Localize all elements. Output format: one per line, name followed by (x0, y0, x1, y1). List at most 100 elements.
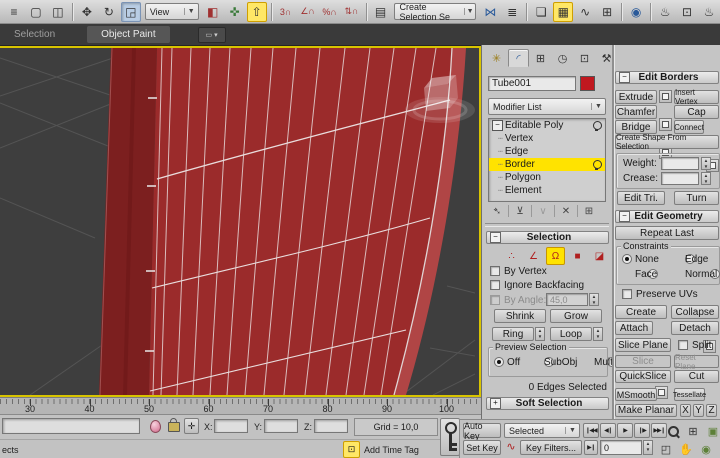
stack-item-polygon[interactable]: ┄Polygon (489, 171, 605, 184)
tab-display[interactable]: ⊡ (574, 49, 595, 67)
cap-button[interactable]: Cap (674, 105, 719, 119)
transform-type-in-toggle[interactable]: ⊡ (343, 441, 360, 458)
set-key-button[interactable]: Set Key (463, 440, 501, 455)
connect-button[interactable]: Connect (674, 120, 704, 134)
play-button[interactable]: ▶ (617, 423, 633, 438)
border-subobject-icon[interactable]: Ω (546, 247, 565, 265)
by-vertex-checkbox[interactable] (490, 266, 500, 276)
key-filters-button[interactable]: Key Filters... (520, 440, 582, 455)
turn-button[interactable]: Turn (674, 191, 719, 205)
rendered-frame-window-icon[interactable]: ⊡ (677, 2, 697, 22)
viewport-canvas[interactable] (0, 48, 479, 395)
ribbon-tab-selection[interactable]: Selection (0, 26, 69, 43)
tab-motion[interactable]: ◷ (552, 49, 573, 67)
keyboard-shortcut-override-icon[interactable]: ⇧ (247, 2, 267, 22)
extrude-settings-button[interactable] (659, 90, 672, 103)
y-coord-field[interactable] (264, 419, 298, 433)
by-angle-spinner[interactable]: ▲▼ (589, 293, 599, 306)
layer-manager-icon[interactable]: ❏ (531, 2, 551, 22)
reset-plane-button[interactable]: Reset Plane (674, 355, 719, 368)
show-end-result-icon[interactable]: ⊻ (511, 206, 529, 217)
by-angle-field[interactable]: 45,0 (546, 293, 588, 306)
selection-lock-toggle[interactable] (165, 418, 182, 435)
stack-item-editable-poly[interactable]: −Editable Poly (489, 119, 605, 132)
chamfer-button[interactable]: Chamfer (615, 105, 657, 119)
previous-frame-button[interactable]: ◀❙ (600, 423, 616, 438)
ring-button[interactable]: Ring (492, 327, 534, 341)
create-button[interactable]: Create (615, 305, 667, 319)
weight-spinner[interactable]: ▲▼ (701, 157, 711, 170)
pin-stack-icon[interactable]: ➴ (488, 206, 506, 217)
shrink-button[interactable]: Shrink (494, 309, 546, 323)
vertex-subobject-icon[interactable]: ∴ (502, 247, 521, 265)
object-color-swatch[interactable] (580, 76, 595, 91)
absolute-offset-mode-toggle[interactable]: ✛ (184, 418, 199, 434)
orbit-icon[interactable]: ◉ (697, 440, 715, 458)
quickslice-button[interactable]: QuickSlice (615, 370, 671, 383)
by-angle-checkbox[interactable] (490, 295, 500, 305)
soft-selection-rollout-header[interactable]: + Soft Selection (486, 397, 609, 410)
z-coord-field[interactable] (314, 419, 348, 433)
zoom-extents-icon[interactable]: ▣ (704, 422, 720, 440)
ribbon-show-full-button[interactable]: ▭▾ (198, 27, 226, 43)
render-setup-icon[interactable]: ♨ (655, 2, 675, 22)
zoom-region-icon[interactable]: ◰ (657, 440, 675, 458)
msmooth-button[interactable]: MSmooth (615, 388, 657, 401)
render-production-icon[interactable]: ♨ (699, 2, 719, 22)
edit-tri-button[interactable]: Edit Tri. (617, 191, 665, 205)
status-line-field[interactable] (2, 418, 140, 434)
chamfer-settings-button[interactable] (659, 118, 672, 131)
named-selection-set-dropdown[interactable]: Create Selection Se▼ (394, 3, 476, 20)
pan-icon[interactable]: ✋ (677, 440, 695, 458)
bridge-button[interactable]: Bridge (615, 120, 657, 134)
zoom-all-icon[interactable]: ⊞ (684, 422, 702, 440)
next-frame-button[interactable]: ❙▶ (634, 423, 650, 438)
select-by-name-icon[interactable]: ≡ (4, 2, 24, 22)
zoom-icon[interactable] (664, 422, 682, 440)
set-keys-button[interactable] (440, 418, 460, 456)
select-and-rotate-icon[interactable]: ↻ (99, 2, 119, 22)
stack-item-element[interactable]: ┄Element (489, 184, 605, 197)
polygon-subobject-icon[interactable]: ■ (568, 247, 587, 265)
modifier-list-dropdown[interactable]: Modifier List ▼ (488, 98, 606, 115)
default-tangents-icon[interactable]: ∿ (504, 440, 518, 455)
weight-field[interactable] (661, 157, 699, 170)
edit-geometry-rollout-header[interactable]: − Edit Geometry (615, 210, 719, 223)
ring-spinner[interactable]: ▲▼ (535, 327, 545, 341)
repeat-last-button[interactable]: Repeat Last (615, 226, 719, 240)
modifier-stack[interactable]: −Editable Poly┄Vertex┄Edge┄Border┄Polygo… (488, 118, 606, 202)
crease-field[interactable] (661, 172, 699, 185)
tab-create[interactable]: ✳ (486, 49, 507, 67)
frame-spinner[interactable]: ▲▼ (643, 440, 653, 455)
stack-item-edge[interactable]: ┄Edge (489, 145, 605, 158)
spinner-snap-icon[interactable]: ⇅∩ (342, 2, 362, 22)
configure-modifier-sets-icon[interactable]: ⊞ (580, 206, 598, 217)
tab-hierarchy[interactable]: ⊞ (530, 49, 551, 67)
loop-button[interactable]: Loop (550, 327, 592, 341)
curve-editor-icon[interactable]: ∿ (575, 2, 595, 22)
make-planar-z-button[interactable]: Z (706, 404, 717, 417)
add-time-tag[interactable]: Add Time Tag (364, 445, 419, 455)
select-and-move-icon[interactable]: ✥ (77, 2, 97, 22)
angle-snap-icon[interactable]: ∠∩ (298, 2, 318, 22)
tube-mesh[interactable] (99, 48, 466, 395)
extrude-button[interactable]: Extrude (615, 90, 657, 104)
visibility-bulb-icon[interactable] (593, 160, 602, 169)
tab-modify[interactable]: ◜ (508, 49, 529, 67)
edit-named-selection-sets-icon[interactable]: ▤ (371, 2, 391, 22)
viewport[interactable] (0, 46, 481, 397)
selection-rollout-header[interactable]: − Selection (486, 231, 609, 244)
reference-coordinate-system-dropdown[interactable]: View▼ (145, 3, 199, 20)
select-and-manipulate-icon[interactable]: ✜ (225, 2, 245, 22)
ignore-backfacing-checkbox[interactable] (490, 280, 500, 290)
edit-borders-rollout-header[interactable]: − Edit Borders (615, 71, 719, 84)
slice-plane-button[interactable]: Slice Plane (615, 338, 671, 352)
mirror-icon[interactable]: ⋈ (480, 2, 500, 22)
preview-off-radio[interactable] (494, 357, 504, 367)
isolate-selection-toggle[interactable] (147, 418, 164, 435)
auto-key-button[interactable]: Auto Key (463, 423, 501, 438)
use-pivot-point-center-icon[interactable]: ◧ (203, 2, 223, 22)
x-coord-field[interactable] (214, 419, 248, 433)
collapse-button[interactable]: Collapse (671, 305, 719, 319)
make-unique-icon[interactable]: ∨ (534, 206, 552, 217)
